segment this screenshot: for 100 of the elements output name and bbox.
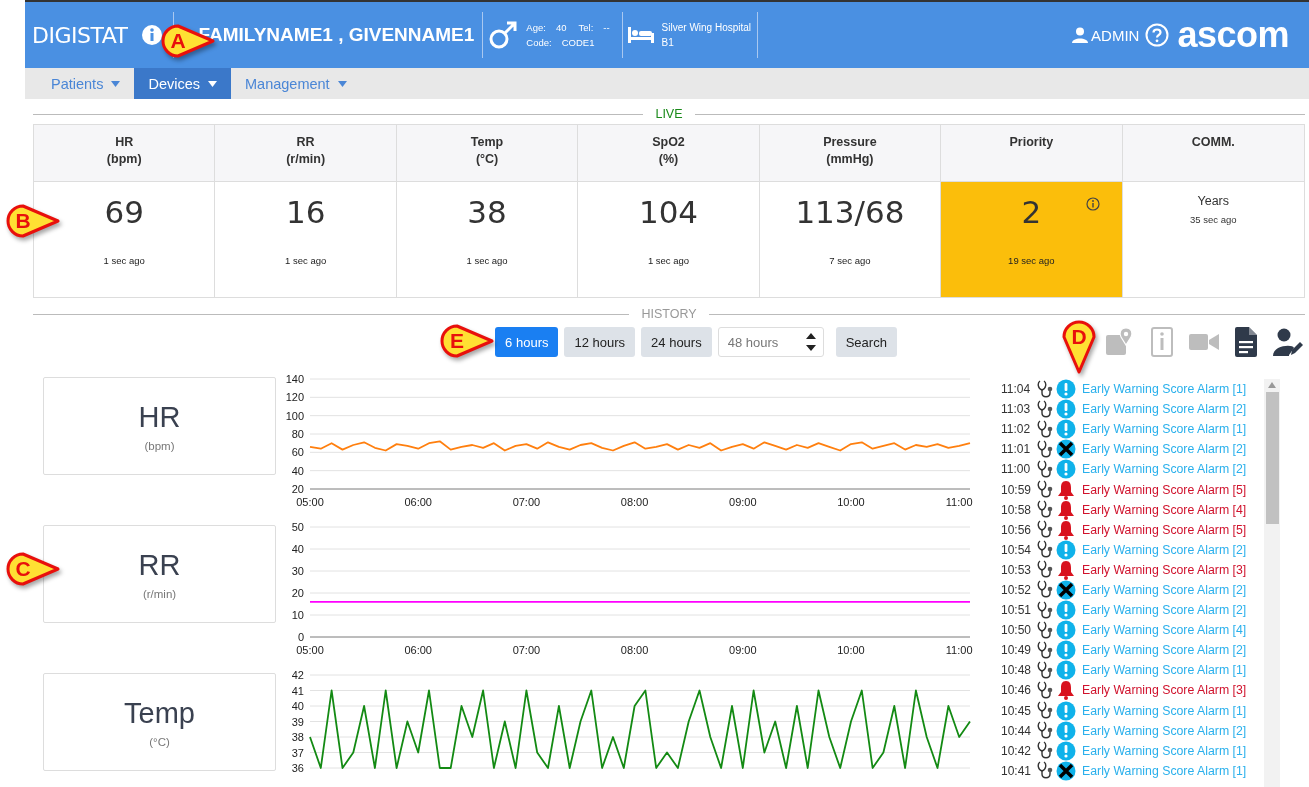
help-icon[interactable] — [1145, 23, 1170, 47]
scrollbar-thumb[interactable] — [1265, 392, 1279, 524]
user-edit-icon[interactable] — [1273, 328, 1303, 356]
event-link[interactable]: Early Warning Score Alarm [1] — [1082, 663, 1247, 678]
document-icon[interactable] — [1235, 327, 1257, 357]
caret-icon — [337, 80, 347, 87]
patient-name: FAMILYNAME1 , GIVENNAME1 — [198, 24, 475, 46]
stethoscope-icon — [1037, 600, 1055, 620]
event-link[interactable]: Early Warning Score Alarm [1] — [1082, 703, 1247, 718]
search-button[interactable]: Search — [835, 327, 897, 357]
event-time: 10:41 — [1001, 763, 1033, 778]
user-name[interactable]: ADMIN — [1091, 26, 1140, 44]
stethoscope-icon — [1037, 520, 1055, 540]
event-link[interactable]: Early Warning Score Alarm [1] — [1082, 743, 1247, 758]
event-link[interactable]: Early Warning Score Alarm [2] — [1082, 542, 1247, 557]
age-label: Age: — [526, 22, 546, 33]
stethoscope-icon — [1037, 399, 1055, 419]
map-pin-icon[interactable] — [1105, 327, 1135, 357]
event-link[interactable]: Early Warning Score Alarm [2] — [1082, 723, 1247, 738]
bell-icon — [1056, 519, 1076, 540]
event-time: 11:01 — [1001, 442, 1032, 457]
hours-field[interactable]: 48 hours — [717, 327, 824, 357]
x-tick-label: 10:00 — [837, 496, 865, 508]
nav-tab[interactable]: Patients — [37, 68, 135, 99]
event-link[interactable]: Early Warning Score Alarm [4] — [1082, 502, 1247, 517]
event-link[interactable]: Early Warning Score Alarm [3] — [1082, 562, 1247, 577]
info-icon[interactable] — [141, 24, 164, 46]
tel-label: Tel: — [578, 22, 594, 33]
event-link[interactable]: Early Warning Score Alarm [1] — [1082, 382, 1247, 397]
event-link[interactable]: Early Warning Score Alarm [2] — [1082, 442, 1247, 457]
event-time: 10:42 — [1001, 743, 1033, 758]
stethoscope-icon — [1037, 560, 1055, 580]
section-title: LIVE — [643, 107, 695, 121]
x-tick-label: 09:00 — [729, 496, 757, 508]
event-link[interactable]: Early Warning Score Alarm [2] — [1082, 643, 1247, 658]
nav-tab[interactable]: Management — [231, 68, 361, 99]
stethoscope-icon — [1037, 580, 1055, 600]
update-time: 1 sec ago — [647, 255, 690, 266]
cross-icon — [1056, 439, 1076, 460]
event-link[interactable]: Early Warning Score Alarm [5] — [1082, 522, 1247, 537]
x-tick-label: 06:00 — [404, 644, 432, 656]
event-link[interactable]: Early Warning Score Alarm [5] — [1082, 482, 1247, 497]
event-time: 10:59 — [1001, 482, 1033, 497]
vital-value: 16 — [285, 194, 326, 230]
spinner-icon[interactable] — [805, 331, 816, 353]
event-link[interactable]: Early Warning Score Alarm [2] — [1082, 583, 1247, 597]
caret-icon — [111, 80, 121, 87]
event-link[interactable]: Early Warning Score Alarm [2] — [1082, 402, 1247, 417]
scrollbar[interactable] — [1264, 379, 1281, 787]
stethoscope-icon — [1037, 761, 1055, 781]
y-tick-label: 39 — [291, 715, 304, 728]
nav-tab[interactable]: Devices — [134, 68, 231, 99]
event-time: 10:44 — [1001, 723, 1033, 738]
stethoscope-icon — [1037, 540, 1055, 560]
age-value: 40 — [555, 22, 567, 33]
event-link[interactable]: Early Warning Score Alarm [4] — [1082, 623, 1247, 638]
event-time: 11:04 — [1001, 382, 1032, 397]
event-time: 11:03 — [1001, 402, 1032, 417]
parameter-unit: (°C) — [475, 152, 499, 166]
event-link[interactable]: Early Warning Score Alarm [2] — [1082, 603, 1247, 618]
x-tick-label: 08:00 — [620, 644, 649, 656]
y-tick-label: 37 — [291, 746, 304, 759]
scroll-up-icon[interactable] — [1268, 382, 1277, 388]
callout-marker: B — [6, 204, 60, 238]
parameter-name: RR — [138, 548, 181, 582]
vital-value: 113/68 — [795, 194, 905, 230]
video-camera-icon[interactable] — [1189, 332, 1219, 352]
user-icon — [1072, 27, 1089, 43]
event-link[interactable]: Early Warning Score Alarm [1] — [1082, 763, 1247, 778]
bell-icon — [1056, 680, 1076, 701]
stethoscope-icon — [1037, 660, 1055, 680]
x-tick-label: 08:00 — [620, 496, 649, 508]
event-link[interactable]: Early Warning Score Alarm [1] — [1082, 422, 1247, 437]
range-button[interactable]: 24 hours — [641, 327, 712, 357]
parameter-unit: (mmHg) — [826, 152, 874, 166]
exclamation-icon — [1056, 660, 1076, 681]
info-icon[interactable] — [1085, 197, 1100, 211]
range-button[interactable]: 6 hours — [495, 327, 559, 357]
y-tick-label: 10 — [291, 609, 304, 621]
event-link[interactable]: Early Warning Score Alarm [3] — [1082, 683, 1247, 698]
event-time: 10:52 — [1001, 583, 1033, 597]
event-time: 10:48 — [1001, 663, 1033, 678]
x-tick-label: 07:00 — [512, 496, 541, 508]
event-time: 11:00 — [1001, 462, 1032, 477]
exclamation-icon — [1056, 600, 1076, 621]
stethoscope-icon — [1037, 500, 1055, 520]
exclamation-icon — [1056, 700, 1076, 721]
y-tick-label: 40 — [291, 543, 304, 555]
event-link[interactable]: Early Warning Score Alarm [2] — [1082, 462, 1247, 477]
bell-icon — [1056, 499, 1076, 520]
parameter-unit: (r/min) — [286, 152, 326, 166]
vital-value: 104 — [638, 194, 699, 230]
y-tick-label: 60 — [291, 446, 304, 459]
stethoscope-icon — [1037, 620, 1055, 640]
update-time: 1 sec ago — [466, 255, 508, 266]
vital-value: 69 — [104, 194, 144, 230]
stethoscope-icon — [1037, 480, 1055, 499]
parameter-name: Temp — [124, 696, 195, 730]
range-button[interactable]: 12 hours — [564, 327, 636, 357]
stethoscope-icon — [1037, 741, 1055, 761]
